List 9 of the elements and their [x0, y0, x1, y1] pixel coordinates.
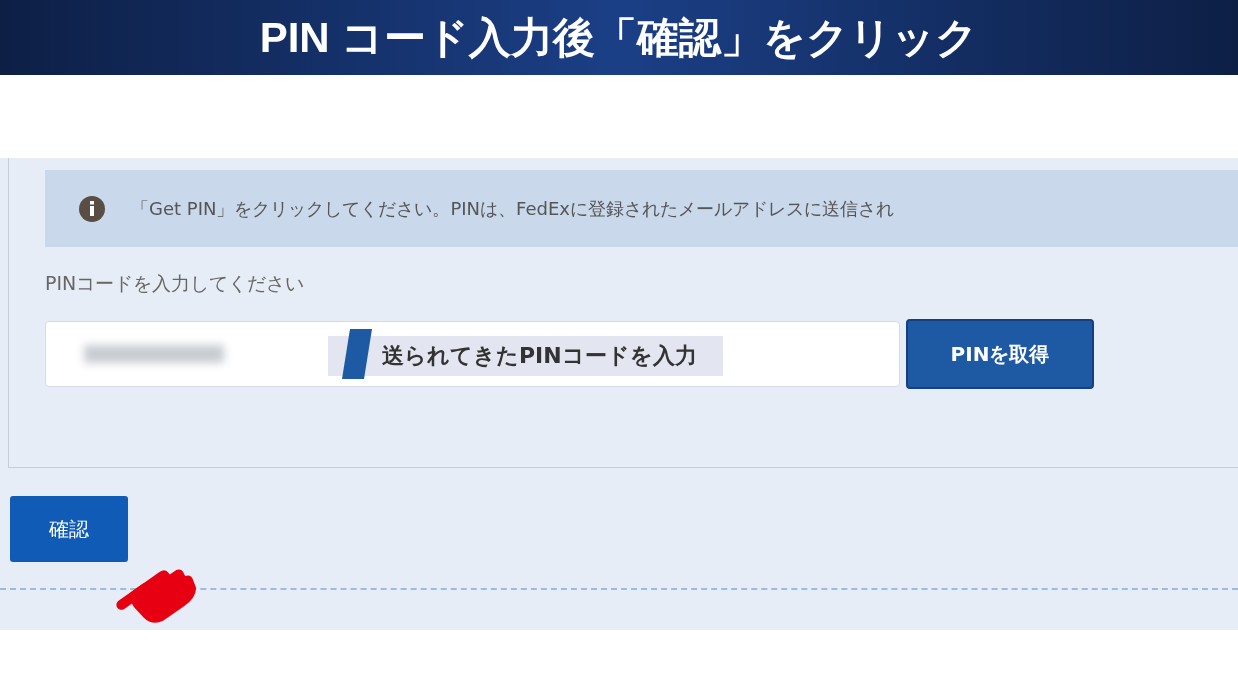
info-icon — [79, 195, 105, 222]
get-pin-button[interactable]: PINを取得 — [906, 319, 1094, 389]
pin-input-field[interactable]: 送られてきたPINコードを入力 — [45, 321, 900, 387]
confirm-button[interactable]: 確認 — [10, 496, 128, 562]
banner-title: PIN コード入力後「確認」をクリック — [259, 12, 979, 63]
callout-text: 送られてきたPINコードを入力 — [382, 342, 697, 370]
slash-icon — [342, 329, 372, 379]
field-label: PINコードを入力してください — [45, 271, 306, 296]
alert-text: 「Get PIN」をクリックしてください。PINは、FedExに登録されたメールアドレスに送信され — [131, 196, 894, 221]
